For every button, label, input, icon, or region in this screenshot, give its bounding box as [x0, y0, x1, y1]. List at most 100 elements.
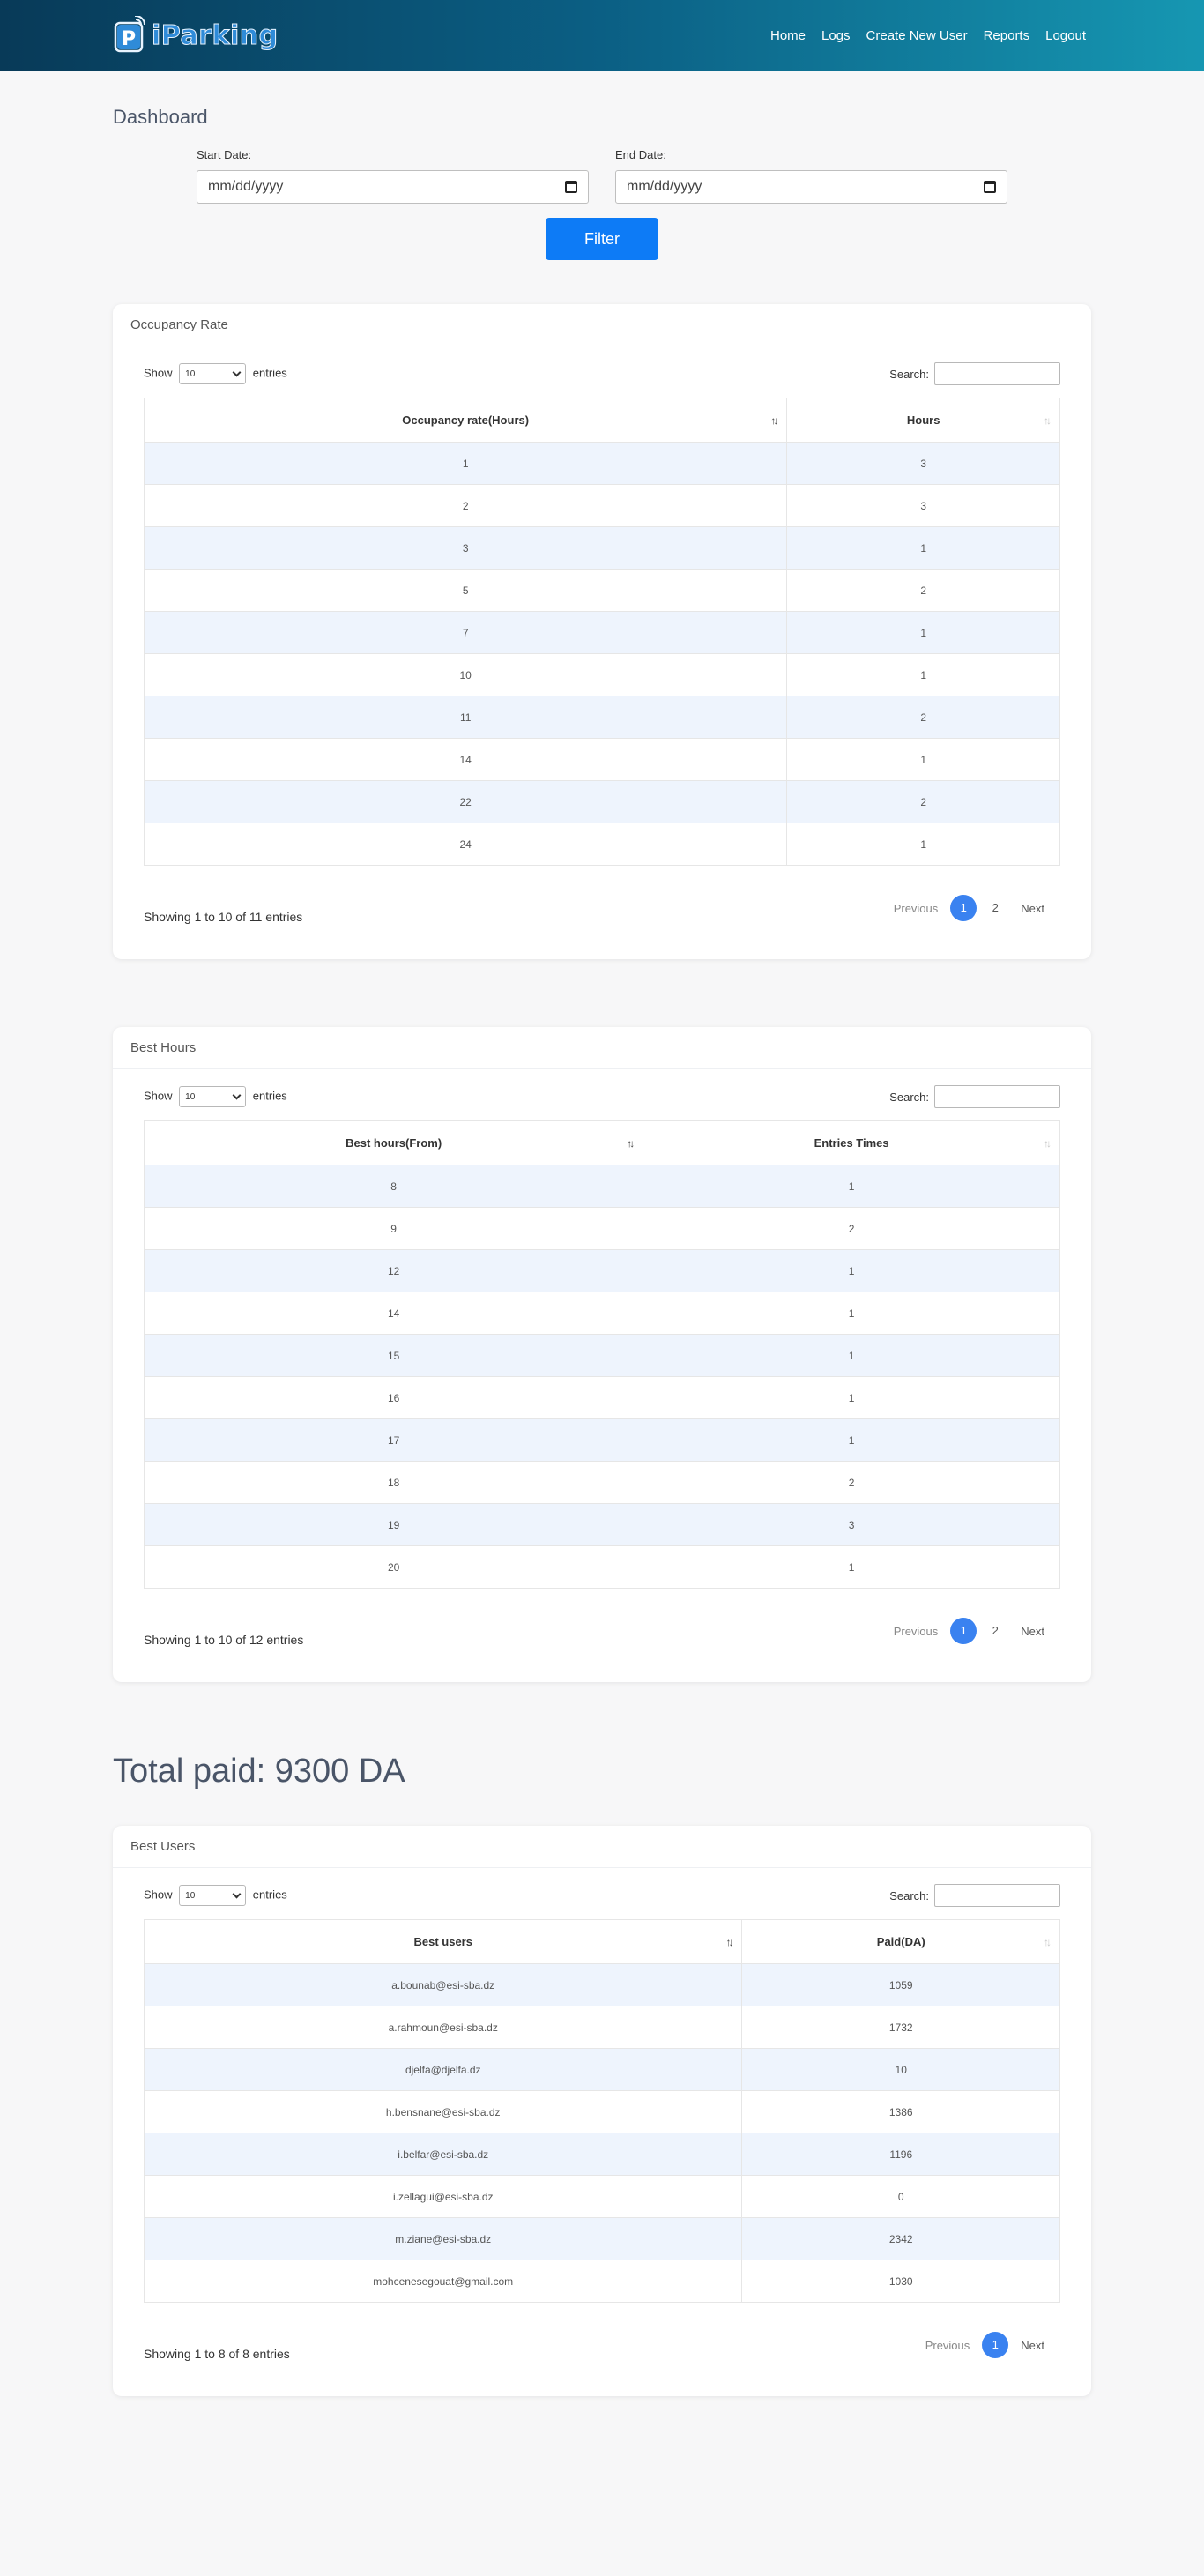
- table-cell: 7: [143, 611, 788, 654]
- table-cell: 1: [786, 738, 1060, 781]
- entries-length-select[interactable]: 10: [179, 1885, 247, 1906]
- card-title: Best Hours: [113, 1027, 1091, 1069]
- table-cell: 15: [143, 1334, 644, 1377]
- table-row: 92: [143, 1207, 1060, 1250]
- table-cell: mohcenesegouat@gmail.com: [143, 2260, 743, 2303]
- search-input[interactable]: [934, 1085, 1060, 1108]
- nav-reports-link[interactable]: Reports: [984, 28, 1030, 43]
- length-control: Show 10 entries: [144, 363, 287, 384]
- pagination: Previous 1 Next: [918, 2332, 1052, 2358]
- show-label: Show: [144, 366, 173, 380]
- table-row: 14 1: [143, 738, 1060, 781]
- previous-page-button[interactable]: Previous: [918, 2339, 977, 2352]
- table-row: 12 1: [143, 1249, 1060, 1292]
- entries-label: entries: [252, 366, 287, 380]
- column-header-best-users[interactable]: Best users ↑↓: [143, 1919, 743, 1964]
- table-cell: 5: [143, 569, 788, 612]
- table-cell: h.bensnane@esi-sba.dz: [143, 2090, 743, 2133]
- column-header-best-hours[interactable]: Best hours(From) ↑↓: [143, 1120, 644, 1165]
- table-row: 11 2: [143, 696, 1060, 739]
- best-users-table: Best users ↑↓ Paid(DA) ↑↓ a.bounab@esi-sba…: [143, 1919, 1060, 2303]
- length-value: 10: [185, 369, 196, 379]
- page-2-button[interactable]: 2: [982, 1618, 1008, 1644]
- parking-logo-icon: P: [114, 16, 146, 53]
- table-row: 81: [143, 1165, 1060, 1208]
- table-row: mohcenesegouat@gmail.com 1030: [143, 2260, 1060, 2303]
- search-input[interactable]: [934, 362, 1060, 385]
- page-1-button[interactable]: 1: [982, 2332, 1009, 2358]
- length-control: Show 10 entries: [144, 1885, 287, 1906]
- search-label: Search:: [889, 367, 929, 381]
- chevron-down-icon: [232, 1091, 242, 1099]
- column-header-occupancy[interactable]: Occupancy rate(Hours) ↑↓: [143, 398, 788, 443]
- table-row: 22 2: [143, 780, 1060, 823]
- brand-name: iParking: [152, 19, 279, 51]
- table-row: i.belfar@esi-sba.dz 1196: [143, 2133, 1060, 2176]
- table-cell: a.bounab@esi-sba.dz: [143, 1963, 743, 2006]
- sort-icon: ↑↓: [1044, 1137, 1052, 1150]
- table-cell: 2: [786, 696, 1060, 739]
- length-value: 10: [185, 1890, 196, 1901]
- sort-asc-icon: ↑↓: [770, 414, 778, 427]
- table-row: 15 1: [143, 1334, 1060, 1377]
- nav-logout-link[interactable]: Logout: [1045, 28, 1086, 43]
- nav-create-user-link[interactable]: Create New User: [866, 28, 968, 43]
- search-input[interactable]: [934, 1884, 1060, 1907]
- table-row: 71: [143, 611, 1060, 654]
- entries-length-select[interactable]: 10: [179, 363, 247, 384]
- occupancy-rate-card: Occupancy Rate Show 10 entries Search: O…: [113, 304, 1091, 959]
- table-row: 24 1: [143, 823, 1060, 866]
- table-cell: 3: [143, 526, 788, 570]
- calendar-icon[interactable]: [984, 181, 996, 193]
- table-row: i.zellagui@esi-sba.dz 0: [143, 2175, 1060, 2218]
- nav-logs-link[interactable]: Logs: [821, 28, 851, 43]
- nav-home-link[interactable]: Home: [770, 28, 806, 43]
- table-cell: 14: [143, 1292, 644, 1335]
- sort-asc-icon: ↑↓: [627, 1137, 635, 1150]
- previous-page-button[interactable]: Previous: [887, 902, 946, 915]
- nav-menu: Home Logs Create New User Reports Logout: [770, 28, 1086, 43]
- table-row: 31: [143, 526, 1060, 570]
- table-info: Showing 1 to 8 of 8 entries: [144, 2347, 290, 2361]
- table-cell: i.zellagui@esi-sba.dz: [143, 2175, 743, 2218]
- table-cell: 1: [643, 1292, 1060, 1335]
- table-cell: 3: [786, 484, 1060, 527]
- table-cell: 1: [643, 1376, 1060, 1419]
- table-row: m.ziane@esi-sba.dz 2342: [143, 2217, 1060, 2260]
- page-2-button[interactable]: 2: [982, 895, 1008, 921]
- brand-logo[interactable]: P iParking: [113, 16, 279, 55]
- entries-length-select[interactable]: 10: [179, 1086, 247, 1107]
- best-hours-card: Best Hours Show 10 entries Search: Best …: [113, 1027, 1091, 1682]
- table-info: Showing 1 to 10 of 11 entries: [144, 910, 303, 924]
- chevron-down-icon: [232, 368, 242, 376]
- table-info: Showing 1 to 10 of 12 entries: [144, 1633, 304, 1647]
- table-cell: m.ziane@esi-sba.dz: [143, 2217, 743, 2260]
- start-date-input[interactable]: mm/dd/yyyy: [197, 170, 589, 204]
- table-cell: 1732: [741, 2006, 1060, 2049]
- page-1-button[interactable]: 1: [950, 1618, 977, 1644]
- previous-page-button[interactable]: Previous: [887, 1625, 946, 1638]
- pagination: Previous 1 2 Next: [887, 895, 1052, 921]
- calendar-icon[interactable]: [565, 181, 577, 193]
- table-cell: 1196: [741, 2133, 1060, 2176]
- table-cell: 1: [786, 823, 1060, 866]
- table-cell: i.belfar@esi-sba.dz: [143, 2133, 743, 2176]
- table-cell: 1386: [741, 2090, 1060, 2133]
- end-date-input[interactable]: mm/dd/yyyy: [615, 170, 1007, 204]
- page-1-button[interactable]: 1: [950, 895, 977, 921]
- next-page-button[interactable]: Next: [1014, 1625, 1052, 1638]
- sort-icon: ↑↓: [1044, 414, 1052, 427]
- total-paid-heading: Total paid: 9300 DA: [113, 1753, 405, 1790]
- entries-label: entries: [252, 1887, 287, 1902]
- table-cell: 2: [786, 569, 1060, 612]
- table-cell: 18: [143, 1461, 644, 1504]
- next-page-button[interactable]: Next: [1014, 902, 1052, 915]
- table-cell: 19: [143, 1503, 644, 1546]
- chevron-down-icon: [232, 1889, 242, 1898]
- next-page-button[interactable]: Next: [1014, 2339, 1052, 2352]
- column-header-paid[interactable]: Paid(DA) ↑↓: [741, 1919, 1060, 1964]
- column-header-hours[interactable]: Hours ↑↓: [786, 398, 1060, 443]
- filter-button[interactable]: Filter: [546, 218, 658, 260]
- table-cell: 1059: [741, 1963, 1060, 2006]
- column-header-entries-times[interactable]: Entries Times ↑↓: [643, 1120, 1060, 1165]
